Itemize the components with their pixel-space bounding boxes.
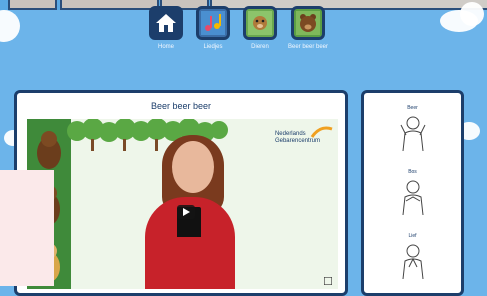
video-player[interactable]: Nederlands Gebarencentrum bbox=[27, 119, 338, 289]
sign-label: Bos bbox=[408, 169, 417, 175]
nav-item-home[interactable]: Home bbox=[139, 6, 193, 51]
presenter-face bbox=[172, 141, 214, 193]
signs-panel: Beer Bos Lief bbox=[361, 90, 464, 296]
sign-illustration bbox=[400, 116, 425, 152]
sign-item[interactable]: Lief bbox=[364, 233, 461, 284]
logo-line: Gebarencentrum bbox=[274, 138, 320, 144]
bear-icon bbox=[296, 11, 320, 35]
dieren-tile[interactable] bbox=[243, 6, 277, 40]
nav-item-beer[interactable]: Beer beer beer bbox=[281, 6, 335, 51]
play-button[interactable] bbox=[177, 205, 195, 219]
play-icon bbox=[182, 208, 190, 216]
sign-illustration bbox=[402, 180, 423, 216]
beer-tile[interactable] bbox=[291, 6, 325, 40]
nav-label: Beer beer beer bbox=[287, 44, 329, 50]
video-title: Beer beer beer bbox=[150, 101, 212, 111]
video-panel: Beer beer beer Nederlands Gebarencentrum bbox=[14, 90, 348, 296]
home-icon bbox=[156, 14, 176, 32]
fullscreen-icon[interactable] bbox=[324, 277, 332, 285]
centrum-logo-icon bbox=[310, 126, 333, 138]
nav-label: Dieren bbox=[251, 44, 269, 50]
music-notes-icon bbox=[201, 11, 225, 35]
overlay-panel bbox=[0, 170, 54, 286]
nav-item-dieren[interactable]: Dieren bbox=[233, 6, 287, 51]
nav-item-liedjes[interactable]: Liedjes bbox=[186, 6, 240, 51]
nav-label: Liedjes bbox=[203, 44, 223, 50]
cloud-decoration bbox=[460, 2, 484, 26]
sign-item[interactable]: Bos bbox=[364, 169, 461, 220]
sign-label: Beer bbox=[407, 105, 418, 111]
liedjes-tile[interactable] bbox=[196, 6, 230, 40]
sign-illustration bbox=[402, 244, 423, 280]
sign-item[interactable]: Beer bbox=[364, 105, 461, 156]
animals-icon bbox=[248, 11, 272, 35]
top-thumbnail bbox=[8, 0, 57, 10]
sign-label: Lief bbox=[408, 233, 417, 239]
home-tile[interactable] bbox=[149, 6, 183, 40]
cloud-decoration bbox=[0, 10, 20, 42]
nav-label: Home bbox=[157, 44, 174, 50]
